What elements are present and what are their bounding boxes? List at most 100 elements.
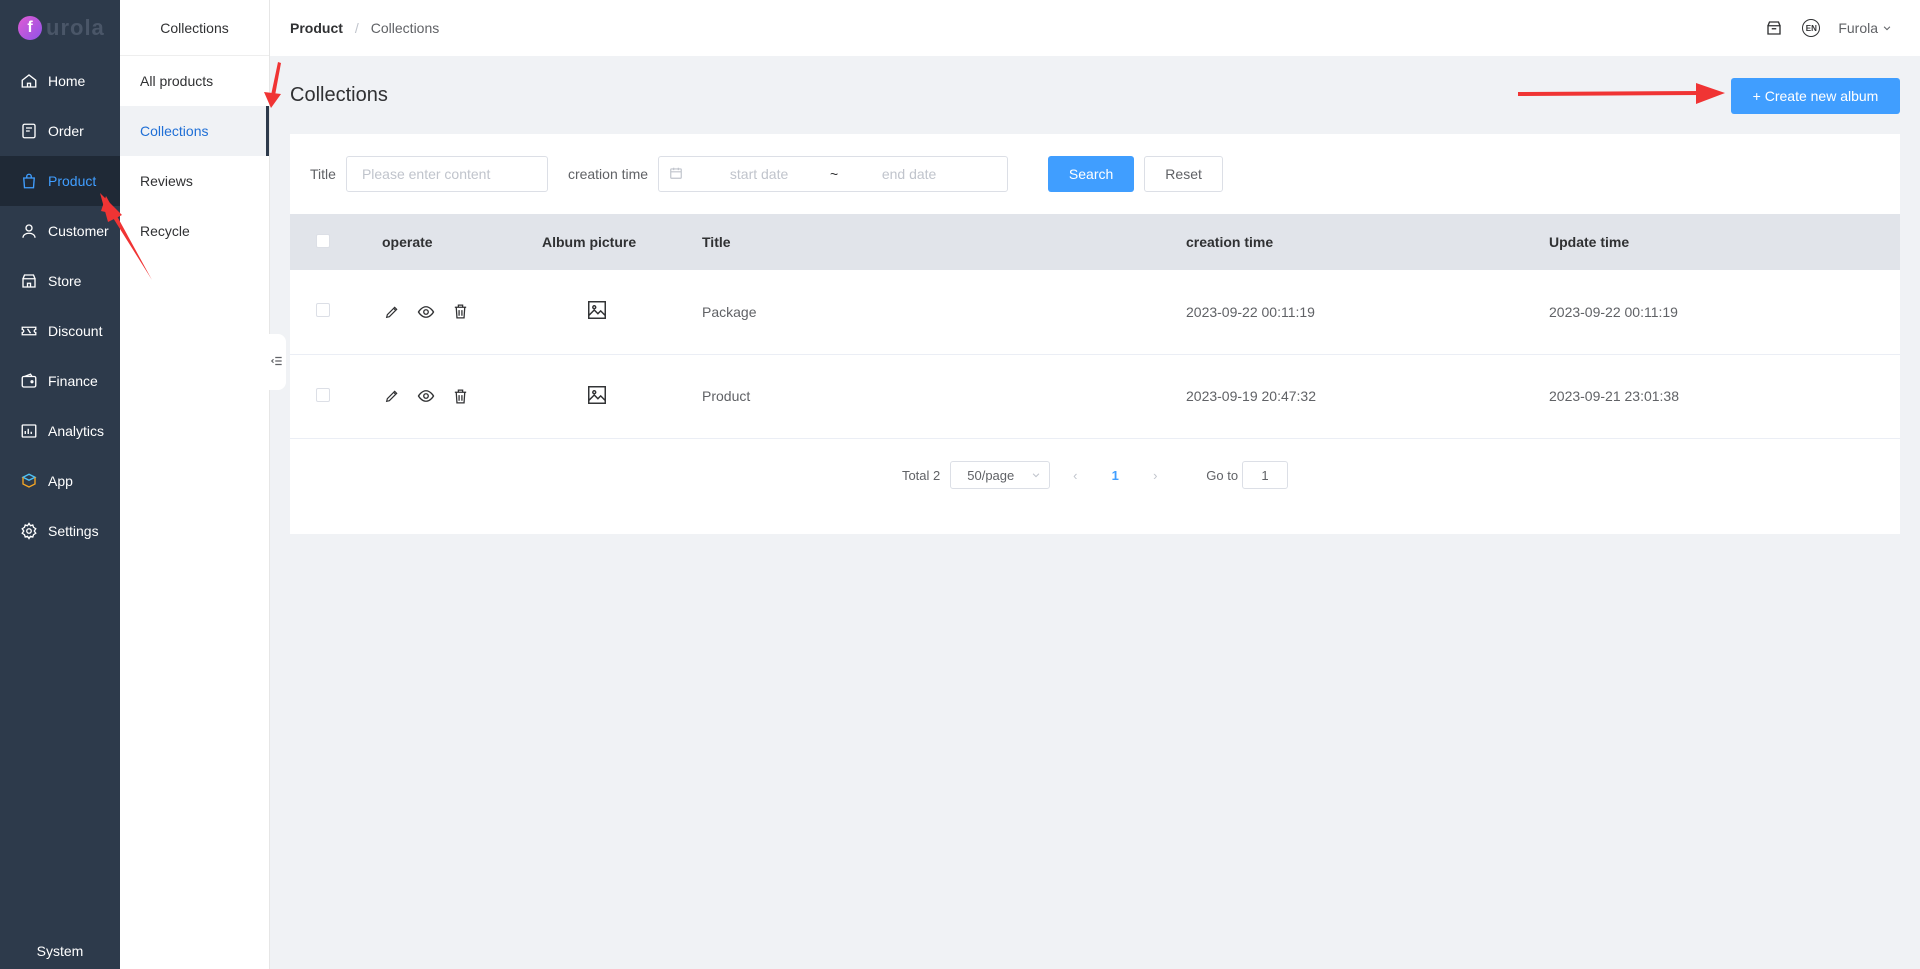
- sidebar-item-label: Customer: [48, 223, 109, 239]
- sidebar-item-store[interactable]: Store: [0, 256, 120, 306]
- date-separator: ~: [830, 166, 839, 182]
- breadcrumb-separator: /: [354, 20, 359, 36]
- sidebar-item-label: App: [48, 473, 73, 489]
- sidebar-item-product[interactable]: Product: [0, 156, 120, 206]
- search-button[interactable]: Search: [1048, 156, 1135, 192]
- chevron-down-icon: [1031, 468, 1041, 483]
- album-picture-cell: [542, 354, 702, 438]
- reset-button[interactable]: Reset: [1144, 156, 1224, 192]
- row-select-cell: [290, 354, 382, 438]
- language-icon[interactable]: EN: [1802, 19, 1821, 37]
- collapse-sidebar-toggle[interactable]: [268, 334, 286, 390]
- page-size-value: 50/page: [967, 467, 1015, 483]
- subnav-item-collections[interactable]: Collections: [120, 106, 269, 156]
- date-range-picker[interactable]: start date ~ end date: [658, 156, 1009, 192]
- bag-icon: [20, 172, 38, 190]
- shop-icon[interactable]: [1764, 18, 1784, 38]
- create-album-button[interactable]: + Create new album: [1731, 78, 1900, 114]
- sidebar-item-discount[interactable]: Discount: [0, 306, 120, 356]
- title-cell: Package: [702, 303, 757, 320]
- next-page-icon[interactable]: ›: [1140, 468, 1170, 483]
- gear-icon: [20, 522, 38, 540]
- pagination: Total 2 50/page ‹ 1 › Go to 1: [290, 461, 1900, 489]
- update-time-cell: 2023-09-22 00:11:19: [1549, 303, 1678, 320]
- sidebar-item-order[interactable]: Order: [0, 106, 120, 156]
- arrow-to-create-head: [1696, 83, 1725, 104]
- subnav-item-recycle[interactable]: Recycle: [120, 206, 269, 256]
- sidebar-item-label: Settings: [48, 523, 99, 539]
- prev-page-icon[interactable]: ‹: [1060, 468, 1090, 483]
- store-icon: [20, 272, 38, 290]
- order-icon: [20, 122, 38, 140]
- subnav-item-all-products[interactable]: All products: [120, 56, 269, 106]
- sidebar-item-label: Home: [48, 73, 86, 89]
- sidebar-item-analytics[interactable]: Analytics: [0, 406, 120, 456]
- select-all-cell: [290, 214, 382, 270]
- sidebar-item-finance[interactable]: Finance: [0, 356, 120, 406]
- sidebar-item-customer[interactable]: Customer: [0, 206, 120, 256]
- column-header-operate: operate: [382, 234, 433, 250]
- user-name: Furola: [1838, 20, 1878, 36]
- page-title: Collections: [290, 84, 388, 106]
- wallet-icon: [20, 372, 38, 390]
- operate-cell: [382, 354, 542, 438]
- logo-text: urola: [46, 15, 105, 40]
- user-menu[interactable]: Furola: [1838, 20, 1892, 36]
- end-date-input[interactable]: end date: [849, 166, 969, 182]
- subnav-item-reviews[interactable]: Reviews: [120, 156, 269, 206]
- image-icon[interactable]: [586, 384, 608, 406]
- view-icon[interactable]: [416, 302, 436, 322]
- main-sidebar: f urola Home Order Product Customer Stor…: [0, 0, 120, 969]
- breadcrumb: Product / Collections: [290, 20, 439, 36]
- system-label[interactable]: System: [0, 943, 120, 959]
- home-icon: [20, 72, 38, 90]
- row-checkbox[interactable]: [316, 303, 330, 318]
- creation-time-cell: 2023-09-19 20:47:32: [1186, 388, 1316, 404]
- chart-icon: [20, 422, 38, 440]
- table-row: Product 2023-09-19 20:47:32 2023-09-21 2…: [290, 354, 1900, 438]
- cube-icon: [20, 472, 38, 490]
- collapse-icon: [270, 354, 284, 371]
- view-icon[interactable]: [416, 386, 436, 406]
- edit-icon[interactable]: [382, 386, 402, 406]
- sidebar-item-label: Product: [48, 173, 97, 189]
- goto-page-input[interactable]: 1: [1242, 461, 1289, 489]
- start-date-input[interactable]: start date: [699, 166, 819, 182]
- row-select-cell: [290, 270, 382, 354]
- sub-sidebar: Collections All products Collections Rev…: [120, 0, 270, 969]
- operate-cell: [382, 270, 542, 354]
- arrow-to-collections: [270, 62, 281, 101]
- breadcrumb-product[interactable]: Product: [290, 20, 343, 36]
- select-all-checkbox[interactable]: [316, 233, 330, 248]
- image-icon[interactable]: [586, 299, 608, 321]
- top-header: Product / Collections EN Furola: [270, 0, 1920, 56]
- app-logo[interactable]: f urola: [0, 0, 120, 56]
- user-icon: [20, 222, 38, 240]
- update-time-cell: 2023-09-21 23:01:38: [1549, 388, 1679, 404]
- table-row: Package 2023-09-22 00:11:19 2023-09-22 0…: [290, 270, 1900, 354]
- sidebar-item-app[interactable]: App: [0, 456, 120, 506]
- page-size-select[interactable]: 50/page: [950, 461, 1051, 489]
- sidebar-item-label: Store: [48, 273, 82, 289]
- content-panel: Title Please enter content creation time…: [290, 134, 1900, 534]
- delete-icon[interactable]: [450, 302, 470, 322]
- page-number-current[interactable]: 1: [1100, 468, 1130, 483]
- sidebar-item-label: Analytics: [48, 423, 105, 439]
- column-header-update-time: Update time: [1549, 234, 1630, 250]
- chevron-down-icon: [1882, 20, 1892, 36]
- title-cell: Product: [702, 388, 751, 404]
- column-header-title: Title: [702, 234, 731, 250]
- edit-icon[interactable]: [382, 302, 402, 322]
- sidebar-item-settings[interactable]: Settings: [0, 506, 120, 556]
- column-header-creation-time: creation time: [1186, 234, 1274, 250]
- title-filter-input[interactable]: Please enter content: [345, 156, 548, 192]
- delete-icon[interactable]: [450, 386, 470, 406]
- row-checkbox[interactable]: [316, 387, 330, 402]
- breadcrumb-collections: Collections: [370, 20, 440, 36]
- sidebar-item-home[interactable]: Home: [0, 56, 120, 106]
- calendar-icon: [669, 166, 685, 183]
- subnav-title: Collections: [120, 0, 269, 56]
- arrow-to-create: [1518, 91, 1700, 96]
- album-picture-cell: [542, 270, 702, 354]
- column-header-album-picture: Album picture: [542, 234, 637, 250]
